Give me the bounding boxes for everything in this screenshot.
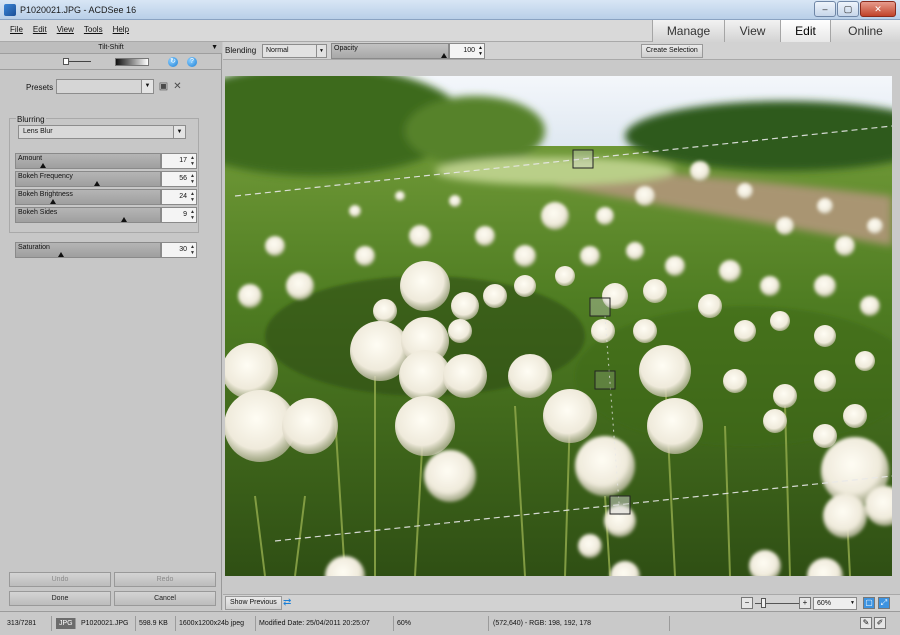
saturation-spinbox[interactable]: 30 ▲ ▼ [161, 242, 197, 258]
mode-online[interactable]: Online [830, 20, 900, 42]
fit-image-icon[interactable]: ▢ [863, 597, 875, 609]
status-filename: P1020021.JPG [78, 616, 136, 631]
actual-size-icon[interactable]: ⤢ [878, 597, 890, 609]
bokeh-brightness-spinbox[interactable]: 24 ▲ ▼ [161, 189, 197, 205]
status-filesize: 598.9 KB [136, 616, 176, 631]
help-icon[interactable]: ? [187, 57, 197, 67]
slider-marker[interactable] [121, 217, 127, 222]
delete-preset-icon[interactable]: ✕ [172, 81, 183, 92]
close-button[interactable]: ✕ [860, 1, 896, 17]
undo-button[interactable]: Undo [9, 572, 111, 587]
bokeh-sides-spinbox[interactable]: 9 ▲ ▼ [161, 207, 197, 223]
redo-button[interactable]: Redo [114, 572, 216, 587]
amount-spinbox[interactable]: 17 ▲ ▼ [161, 153, 197, 169]
pen-icon[interactable]: ✎ [860, 617, 872, 629]
maximize-button[interactable]: ▢ [837, 1, 859, 17]
color-picker-icon[interactable]: ✐ [874, 617, 886, 629]
status-dimensions: 1600x1200x24b jpeg [176, 616, 256, 631]
status-zoom: 60% [394, 616, 489, 631]
photo[interactable] [225, 76, 892, 576]
slider-marker[interactable] [39, 163, 46, 168]
opacity-slider[interactable]: Opacity [331, 43, 449, 59]
menu-help[interactable]: Help [113, 25, 129, 34]
bokeh-frequency-spinbox[interactable]: 56 ▲ ▼ [161, 171, 197, 187]
amount-slider[interactable]: Amount 17 ▲ ▼ [15, 153, 197, 169]
cancel-button[interactable]: Cancel [114, 591, 216, 606]
menu-tools[interactable]: Tools [84, 25, 103, 34]
brush-size-slider[interactable] [63, 58, 93, 65]
blending-select[interactable]: Normal ▼ [262, 44, 327, 58]
show-previous-button[interactable]: Show Previous [225, 596, 282, 610]
image-canvas[interactable] [223, 60, 900, 594]
menu-file[interactable]: File [10, 25, 23, 34]
create-selection-button[interactable]: Create Selection [641, 44, 703, 58]
chevron-down-icon: ▼ [141, 80, 153, 93]
minimize-button[interactable]: – [814, 1, 836, 17]
presets-select[interactable]: ▼ [56, 79, 154, 94]
title-bar: P1020021.JPG - ACDSee 16 – ▢ ✕ [0, 0, 900, 20]
opacity-label: Opacity [334, 45, 358, 52]
mode-view[interactable]: View [724, 20, 780, 42]
slider-marker[interactable] [94, 181, 101, 186]
panel-tool-row: ↻ ? [0, 54, 222, 70]
bokeh-brightness-slider[interactable]: Bokeh Brightness 24 ▲ ▼ [15, 189, 197, 205]
mode-edit[interactable]: Edit [780, 20, 830, 42]
app-icon [4, 3, 16, 16]
menu-bar: File Edit View Tools Help Manage View Ed… [0, 20, 900, 42]
bokeh-frequency-slider[interactable]: Bokeh Frequency 56 ▲ ▼ [15, 171, 197, 187]
zoom-select[interactable]: 60% ▼ [813, 597, 857, 610]
panel-menu-arrow-icon[interactable]: ▼ [211, 42, 218, 54]
slider-marker[interactable] [49, 199, 56, 204]
panel-title: Tilt-Shift [98, 44, 124, 51]
menu-view[interactable]: View [57, 25, 74, 34]
gradient-swatch[interactable] [115, 58, 149, 66]
options-bar: Blending Normal ▼ Opacity 100 ▲ ▼ Create S… [223, 42, 900, 60]
menu-edit[interactable]: Edit [33, 25, 47, 34]
format-badge: JPG [56, 618, 76, 629]
saturation-slider[interactable]: Saturation 30 ▲ ▼ [15, 242, 197, 258]
zoom-in-icon[interactable]: + [799, 597, 811, 609]
chevron-down-icon: ▼ [173, 126, 185, 138]
status-pixel-info: (572,640) - RGB: 198, 192, 178 [490, 616, 670, 631]
dandelion-photo [225, 76, 892, 576]
presets-label: Presets [26, 83, 54, 92]
zoom-out-icon[interactable]: − [741, 597, 753, 609]
save-preset-icon[interactable]: ▣ [158, 81, 169, 92]
window-title: P1020021.JPG - ACDSee 16 [20, 4, 137, 15]
zoom-slider-knob[interactable] [761, 598, 766, 608]
panel-header: Tilt-Shift ▼ [0, 42, 222, 54]
compare-icon[interactable]: ⇄ [283, 597, 291, 608]
tilt-shift-panel: Tilt-Shift ▼ ↻ ? Presets ▼ ▣ ✕ Blurring … [0, 42, 222, 610]
chevron-down-icon: ▼ [316, 45, 326, 57]
blur-type-select[interactable]: Lens Blur ▼ [18, 125, 186, 139]
status-modified-date: Modified Date: 25/04/2011 20:25:07 [256, 616, 394, 631]
mode-manage[interactable]: Manage [652, 20, 724, 42]
image-index: 313/7281 [4, 616, 52, 631]
slider-marker[interactable] [441, 53, 447, 58]
done-button[interactable]: Done [9, 591, 111, 606]
blending-label: Blending [225, 46, 257, 55]
slider-marker[interactable] [58, 252, 64, 257]
status-bar: 313/7281 JPG P1020021.JPG 598.9 KB 1600x… [0, 611, 900, 635]
opacity-spinbox[interactable]: 100 ▲ ▼ [449, 43, 485, 59]
reset-icon[interactable]: ↻ [168, 57, 178, 67]
bokeh-sides-slider[interactable]: Bokeh Sides 9 ▲ ▼ [15, 207, 197, 223]
blurring-label: Blurring [16, 115, 46, 124]
canvas-bottom-bar: Show Previous ⇄ − + 60% ▼ ▢ ⤢ [223, 594, 900, 611]
